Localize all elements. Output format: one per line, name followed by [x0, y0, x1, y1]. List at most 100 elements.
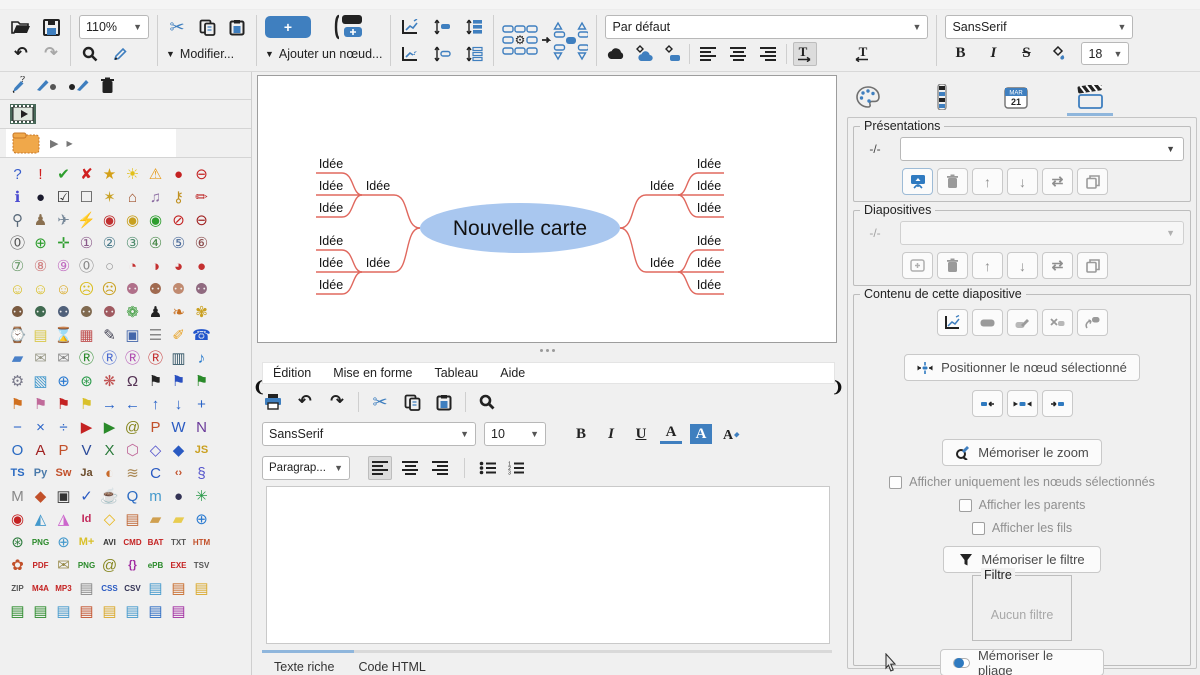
palette-icon[interactable]: ⚉ [190, 278, 213, 301]
svg-text:Idée[interactable]: Idée [697, 201, 721, 215]
zoom-chart-button[interactable] [937, 309, 968, 336]
palette-icon[interactable]: ✓ [75, 485, 98, 508]
palette-icon[interactable]: ☰ [144, 324, 167, 347]
svg-text:Idée[interactable]: Idée [319, 179, 343, 193]
edit-pen-icon[interactable] [109, 43, 131, 65]
strikethrough-button[interactable]: S [1015, 43, 1037, 65]
palette-icon[interactable]: ▰ [144, 508, 167, 531]
print-icon[interactable] [262, 391, 284, 413]
align-left-icon[interactable] [696, 42, 720, 66]
palette-icon[interactable]: m [144, 485, 167, 508]
palette-icon[interactable]: ✎ [98, 324, 121, 347]
underline-button[interactable]: U [630, 423, 652, 445]
palette-icon[interactable]: ÷ [52, 416, 75, 439]
palette-icon[interactable]: ⚉ [75, 301, 98, 324]
palette-icon[interactable]: ⚷ [167, 186, 190, 209]
palette-icon[interactable]: ◉ [121, 209, 144, 232]
palette-icon[interactable]: ◉ [144, 209, 167, 232]
expand-arrow-small-icon[interactable]: ▶ [66, 139, 72, 148]
palette-icon[interactable]: @ [121, 416, 144, 439]
palette-icon[interactable]: ☹ [75, 278, 98, 301]
svg-text:Idée[interactable]: Idée [697, 256, 721, 270]
font-color-button[interactable]: A [660, 425, 682, 444]
palette-icon[interactable]: N [190, 416, 213, 439]
palette-icon[interactable]: {} [121, 554, 144, 577]
palette-icon[interactable]: ⊛ [6, 531, 29, 554]
icon-question-tool[interactable]: ? [10, 76, 26, 94]
palette-icon[interactable]: ▤ [190, 577, 213, 600]
move-presentation-up-button[interactable]: ↑ [972, 168, 1003, 195]
tab-calendar[interactable]: MAR21 [999, 83, 1033, 111]
palette-icon[interactable]: ② [98, 232, 121, 255]
align-left-button[interactable] [368, 456, 392, 480]
presentations-combobox[interactable]: ▼ [900, 137, 1184, 161]
palette-icon[interactable]: ▶ [75, 416, 98, 439]
palette-icon[interactable]: − [6, 416, 29, 439]
palette-icon[interactable]: ☺ [52, 278, 75, 301]
layout-gear-icon[interactable]: ⚙ [502, 30, 588, 52]
palette-icon[interactable]: ● [167, 163, 190, 186]
align-node-left-button[interactable] [972, 390, 1003, 417]
palette-icon[interactable]: + [190, 393, 213, 416]
slides-combobox[interactable]: ▼ [900, 221, 1184, 245]
palette-icon[interactable]: ✉ [29, 347, 52, 370]
checkbox-show-children[interactable] [972, 522, 985, 535]
palette-icon[interactable]: PNG [75, 554, 98, 577]
palette-icon[interactable]: W [167, 416, 190, 439]
palette-icon[interactable]: Id [75, 508, 98, 531]
palette-icon[interactable]: ⑧ [29, 255, 52, 278]
copy-icon[interactable] [401, 391, 423, 413]
palette-icon[interactable]: ✈ [52, 209, 75, 232]
svg-text:Idée[interactable]: Idée [319, 234, 343, 248]
palette-icon[interactable]: ⚉ [52, 301, 75, 324]
delete-slide-button[interactable] [937, 252, 968, 279]
svg-text:Idée[interactable]: Idée [697, 234, 721, 248]
tab-texte-riche[interactable]: Texte riche [274, 660, 334, 674]
delete-presentation-button[interactable] [937, 168, 968, 195]
palette-icon[interactable]: ✳ [190, 485, 213, 508]
palette-icon[interactable]: ❁ [121, 301, 144, 324]
palette-icon[interactable]: Ja [75, 462, 98, 485]
checkbox-show-parents[interactable] [959, 499, 972, 512]
copy-presentation-button[interactable] [1077, 168, 1108, 195]
palette-icon[interactable]: ⚑ [29, 393, 52, 416]
palette-icon[interactable]: ④ [144, 232, 167, 255]
new-presentation-button[interactable] [902, 168, 933, 195]
palette-icon[interactable]: ① [75, 232, 98, 255]
palette-icon[interactable]: ▤ [6, 600, 29, 623]
text-direction-ltr-icon[interactable]: T [793, 42, 817, 66]
memorize-fold-button[interactable]: Mémoriser le pliage [940, 649, 1104, 675]
search-icon[interactable] [79, 43, 101, 65]
palette-icon[interactable]: Ⓡ [98, 347, 121, 370]
palette-icon[interactable]: ⊖ [190, 163, 213, 186]
palette-icon[interactable]: ☕ [98, 485, 121, 508]
expand-arrow-icon[interactable]: ▶ [50, 137, 58, 150]
palette-icon[interactable]: ★ [98, 163, 121, 186]
palette-icon[interactable]: ▶ [98, 416, 121, 439]
palette-icon[interactable]: ◉ [98, 209, 121, 232]
palette-icon[interactable]: ⚉ [6, 301, 29, 324]
palette-icon[interactable]: CSS [98, 577, 121, 600]
node-height-outline-icon[interactable] [431, 43, 453, 65]
palette-icon[interactable]: ✉ [52, 347, 75, 370]
open-file-icon[interactable] [10, 16, 32, 38]
goto-node-button[interactable] [1077, 309, 1108, 336]
palette-icon[interactable]: AVI [98, 531, 121, 554]
palette-icon[interactable]: JS [190, 439, 213, 462]
palette-icon[interactable]: ⊘ [167, 209, 190, 232]
palette-icon[interactable]: ● [29, 186, 52, 209]
palette-icon[interactable]: ⚑ [6, 393, 29, 416]
palette-icon[interactable]: O [6, 439, 29, 462]
palette-icon[interactable]: ❧ [167, 301, 190, 324]
svg-text:Idée[interactable]: Idée [697, 179, 721, 193]
checkbox-selected-only[interactable] [889, 476, 902, 489]
palette-icon[interactable]: ◮ [52, 508, 75, 531]
palette-icon[interactable]: ▰ [6, 347, 29, 370]
palette-icon[interactable]: ↑ [144, 393, 167, 416]
palette-icon[interactable]: ▦ [75, 324, 98, 347]
palette-icon[interactable]: ▤ [167, 577, 190, 600]
note-font-combobox[interactable]: SansSerif▼ [262, 422, 476, 446]
icon-dot-pen-tool[interactable] [68, 78, 90, 92]
copy-icon[interactable] [196, 16, 218, 38]
tab-presentation[interactable] [1073, 83, 1107, 111]
